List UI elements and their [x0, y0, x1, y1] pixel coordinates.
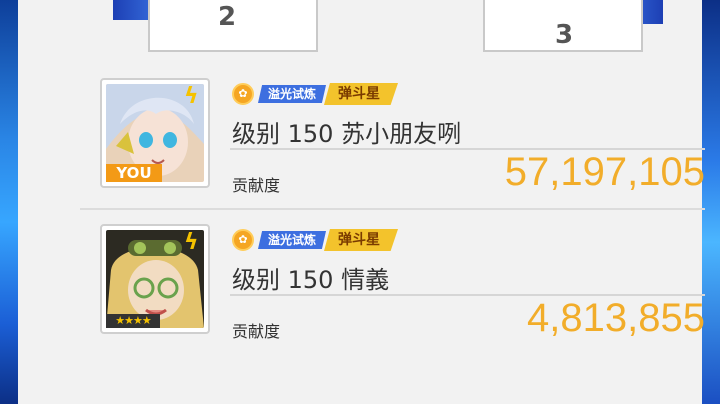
- rank-tag: 弹斗星: [324, 83, 399, 105]
- leaderboard-row-1[interactable]: ϟ YOU ✿ 溢光试炼 弹斗星 级别 150 苏小朋友咧 贡献度 57,197…: [80, 78, 705, 210]
- rank-tag: 弹斗星: [324, 229, 399, 251]
- badge-row: ✿ 溢光试炼 弹斗星: [232, 228, 399, 252]
- contribution-label: 贡献度: [232, 176, 281, 195]
- trial-tag: 溢光试炼: [258, 231, 327, 249]
- avatar[interactable]: ϟ ★★★★: [100, 224, 210, 334]
- contribution-label: 贡献度: [232, 322, 281, 341]
- podium-second: 2: [148, 0, 318, 52]
- medal-icon: ✿: [232, 229, 254, 251]
- star-rating: ★★★★: [106, 314, 160, 328]
- contribution-score: 4,813,855: [527, 296, 705, 340]
- podium-third: 3: [483, 0, 643, 52]
- row-separator: [80, 208, 705, 210]
- leaderboard-panel: 2 3 ϟ YOU ✿ 溢光试炼 弹斗星 级别 150 苏小朋友咧 贡献度 57…: [18, 0, 705, 404]
- medal-icon: ✿: [232, 83, 254, 105]
- badge-row: ✿ 溢光试炼 弹斗星: [232, 82, 399, 106]
- leaderboard-row-2[interactable]: ϟ ★★★★ ✿ 溢光试炼 弹斗星 级别 150 情義 贡献度 4,813,85…: [80, 224, 705, 354]
- you-badge: YOU: [106, 164, 162, 182]
- lightning-icon: ϟ: [184, 230, 199, 255]
- avatar[interactable]: ϟ YOU: [100, 78, 210, 188]
- lightning-icon: ϟ: [184, 84, 199, 109]
- podium-rank-3: 3: [555, 20, 574, 50]
- player-name: 级别 150 苏小朋友咧: [232, 120, 462, 148]
- podium-rank-2: 2: [218, 2, 237, 32]
- player-name: 级别 150 情義: [232, 266, 390, 294]
- contribution-score: 57,197,105: [504, 150, 705, 194]
- trial-tag: 溢光试炼: [258, 85, 327, 103]
